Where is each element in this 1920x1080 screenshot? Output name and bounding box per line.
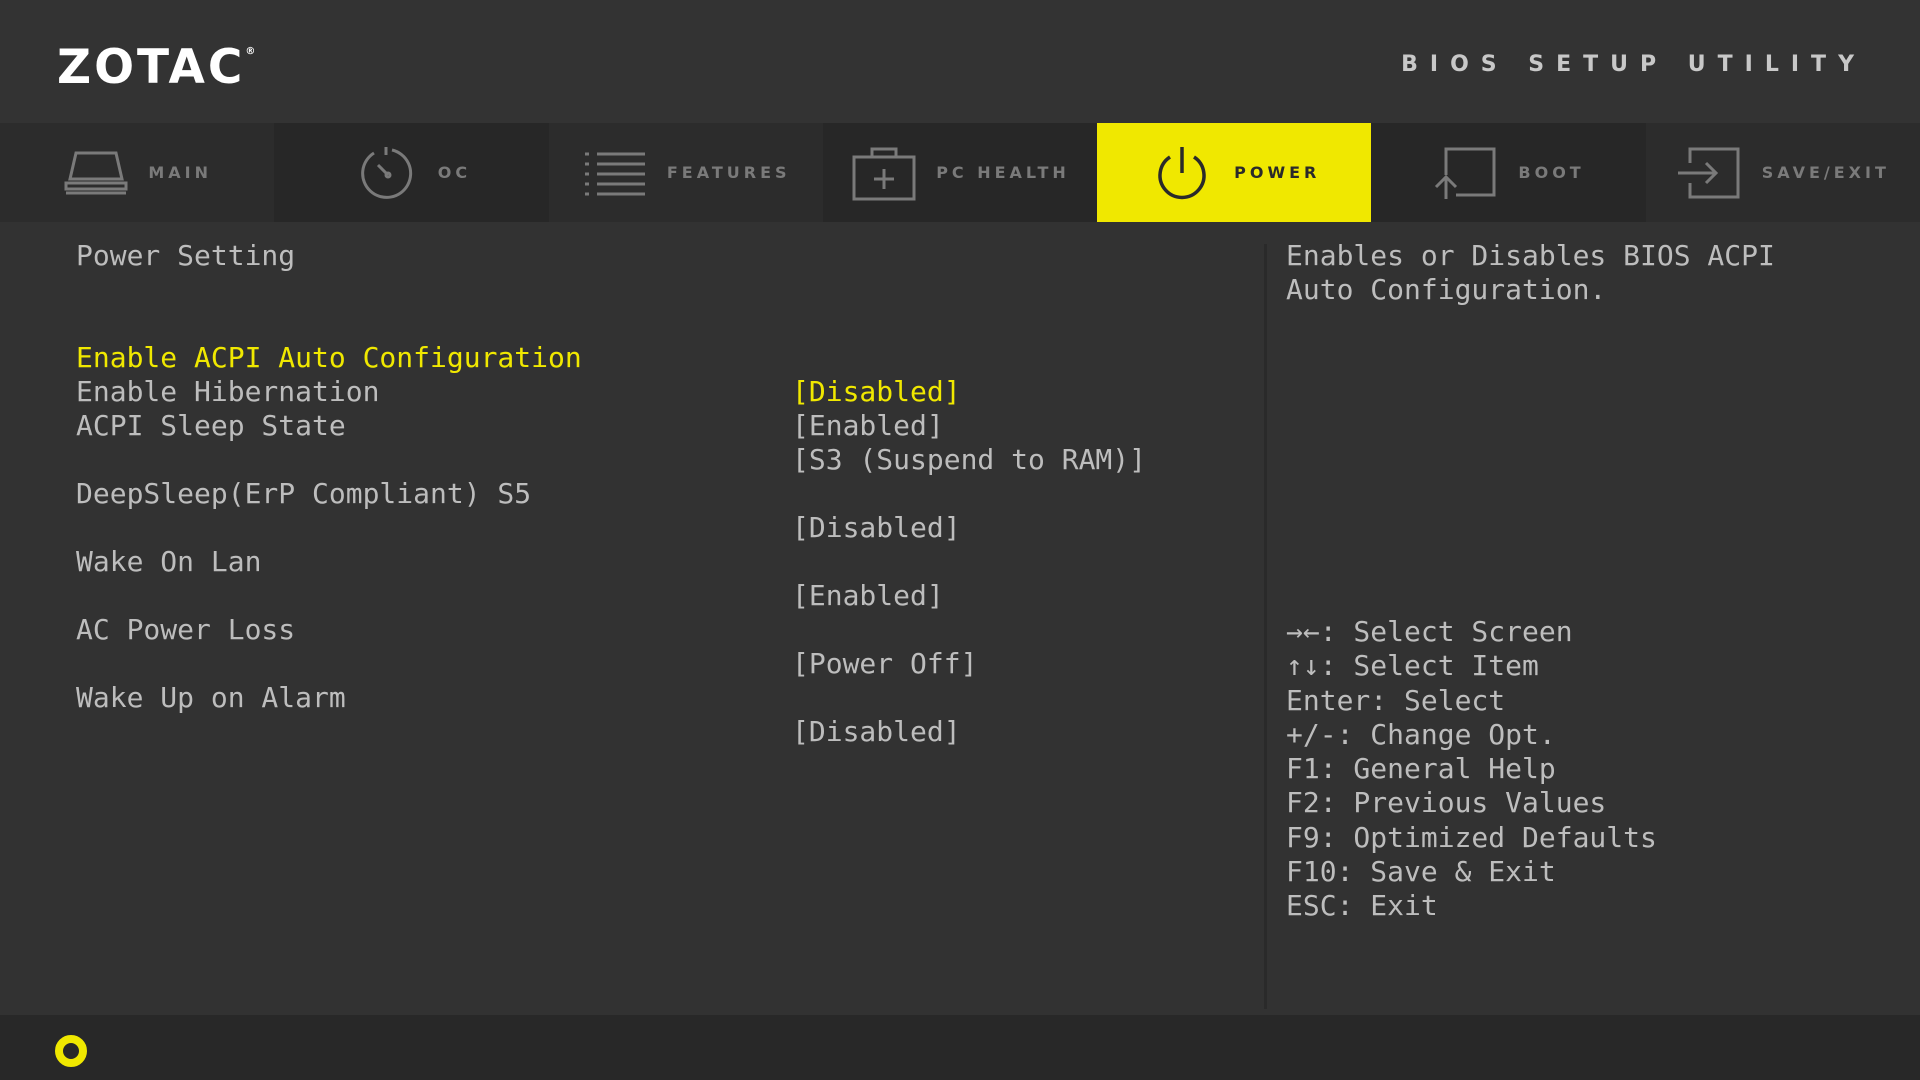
setting-label: Wake Up on Alarm — [76, 681, 346, 714]
key-help-list: →←: Select Screen ↑↓: Select Item Enter:… — [1286, 615, 1657, 924]
key-help-item: ESC: Exit — [1286, 889, 1438, 923]
setting-label: AC Power Loss — [76, 613, 296, 646]
header: ZOTAC® BIOS SETUP UTILITY — [0, 0, 1920, 123]
setting-acpi-sleep-state[interactable]: ACPI Sleep State [S3 (Suspend to RAM)] — [76, 375, 1256, 476]
medical-kit-icon — [852, 147, 916, 200]
setting-wake-up-alarm[interactable]: Wake Up on Alarm [Disabled] — [76, 647, 1256, 748]
boot-icon — [1435, 147, 1496, 199]
key-help-item: F10: Save & Exit — [1286, 855, 1556, 889]
exit-icon — [1677, 147, 1740, 198]
main-content: Power Setting Enable ACPI Auto Configura… — [0, 222, 1920, 1015]
key-help-item: ↑↓: Select Item — [1286, 649, 1539, 683]
tab-power[interactable]: POWER — [1097, 123, 1372, 222]
setting-label: DeepSleep(ErP Compliant) S5 — [76, 477, 532, 510]
key-help-item: Enter: Select — [1286, 683, 1506, 717]
key-help-item: F9: Optimized Defaults — [1286, 820, 1657, 854]
tab-oc[interactable]: OC — [274, 123, 549, 222]
tab-boot[interactable]: BOOT — [1371, 123, 1646, 222]
laptop-icon — [64, 151, 128, 194]
zotac-ring-icon — [55, 1035, 87, 1067]
list-icon — [584, 152, 645, 195]
setting-deepsleep[interactable]: DeepSleep(ErP Compliant) S5 [Disabled] — [76, 443, 1256, 544]
tab-features[interactable]: FEATURES — [548, 123, 823, 222]
footer — [0, 1015, 1920, 1080]
help-text: Enables or Disables BIOS ACPI Auto Confi… — [1286, 239, 1775, 306]
key-help-item: +/-: Change Opt. — [1286, 717, 1556, 751]
tab-save-exit[interactable]: SAVE/EXIT — [1645, 123, 1920, 222]
key-help-item: F1: General Help — [1286, 752, 1556, 786]
setting-value[interactable]: [Enabled] — [792, 409, 944, 443]
app-title: BIOS SETUP UTILITY — [1401, 52, 1866, 77]
setting-acpi-auto-config[interactable]: Enable ACPI Auto Configuration [Disabled… — [76, 307, 1256, 408]
tab-pc-health[interactable]: PC HEALTH — [822, 123, 1098, 222]
setting-value[interactable]: [Disabled] — [792, 715, 961, 749]
key-help-item: F2: Previous Values — [1286, 786, 1607, 820]
setting-wake-on-lan[interactable]: Wake On Lan [Enabled] — [76, 511, 1256, 612]
speedometer-icon — [360, 146, 412, 199]
zotac-logo: ZOTAC® — [57, 40, 259, 95]
section-title: Power Setting — [76, 239, 296, 272]
power-icon — [1158, 146, 1206, 199]
panel-divider — [1264, 244, 1267, 1009]
setting-label: Wake On Lan — [76, 545, 262, 578]
key-help-item: →←: Select Screen — [1286, 615, 1573, 648]
tab-bar: MAIN OC FEATURES PC HEALTH POWER BOOT SA… — [0, 123, 1920, 222]
setting-ac-power-loss[interactable]: AC Power Loss [Power Off] — [76, 579, 1256, 680]
setting-hibernation[interactable]: Enable Hibernation [Enabled] — [76, 341, 1256, 442]
setting-label: ACPI Sleep State — [76, 409, 346, 442]
tab-main[interactable]: MAIN — [0, 123, 275, 222]
